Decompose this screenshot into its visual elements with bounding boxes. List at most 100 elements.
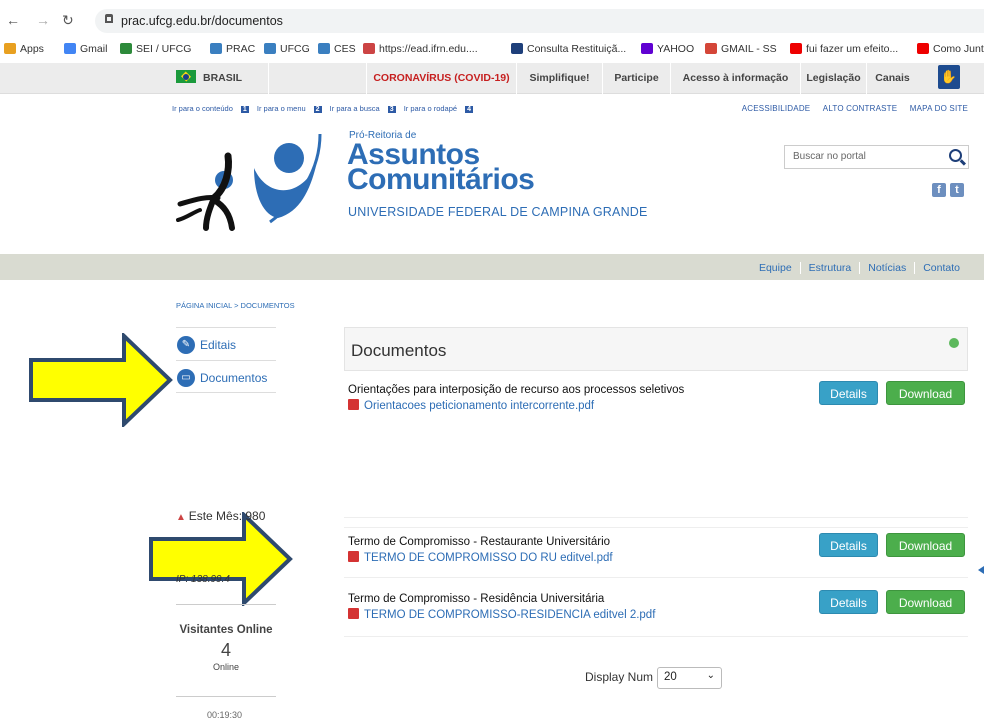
bookmark-prac[interactable]: PRAC: [210, 43, 255, 55]
ip-address: IP: 138.99.4: [176, 574, 230, 585]
gov-link-canais[interactable]: Canais: [866, 63, 918, 94]
document-row: Orientações para interposição de recurso…: [344, 376, 968, 518]
bookmark-consulta[interactable]: Consulta Restituiçã...: [511, 43, 626, 55]
search-input[interactable]: Buscar no portal: [784, 145, 969, 169]
prac-logo[interactable]: [170, 130, 338, 234]
folder-icon: ▭: [177, 369, 195, 387]
bookmark-sei[interactable]: SEI / UFCG: [120, 43, 191, 55]
status-icon: [949, 338, 959, 348]
clock-text: 00:19:30: [207, 710, 243, 720]
details-button[interactable]: Details: [819, 533, 878, 557]
bookmark-apps[interactable]: Apps: [4, 43, 44, 55]
tag-icon: ✎: [177, 336, 195, 354]
download-button[interactable]: Download: [886, 381, 965, 405]
document-row: Termo de Compromisso - Restaurante Unive…: [344, 527, 968, 578]
section-nav: Equipe Estrutura Notícias Contato: [0, 254, 984, 280]
nav-estrutura[interactable]: Estrutura: [799, 262, 860, 274]
nav-equipe[interactable]: Equipe: [751, 262, 800, 274]
visit-stats: ▲ Este Mês: 980 IP: 138.99.4: [176, 509, 276, 585]
gov-link-simplifique[interactable]: Simplifique!: [516, 63, 602, 94]
bookmark-youtube-2[interactable]: Como Junt: [917, 43, 984, 55]
gov-link-legislacao[interactable]: Legislação: [800, 63, 866, 94]
document-file-link[interactable]: TERMO DE COMPROMISSO DO RU editvel.pdf: [348, 551, 613, 564]
gmail-icon: [705, 43, 717, 54]
accessibility-icon[interactable]: ✋: [938, 65, 960, 89]
divider: [176, 604, 276, 605]
document-row: Termo de Compromisso - Residência Univer…: [344, 585, 968, 637]
chart-icon: ▲: [176, 512, 189, 523]
url-field[interactable]: prac.ufcg.edu.br/documentos: [95, 9, 984, 33]
page-title: Documentos: [351, 341, 447, 360]
youtube-icon: [790, 43, 802, 54]
lock-icon: [105, 14, 113, 23]
month-visits: ▲ Este Mês: 980: [176, 509, 266, 523]
brasil-link[interactable]: BRASIL: [168, 63, 268, 94]
youtube-icon: [917, 43, 929, 54]
accessibility-links: ACESSIBILIDADE ALTO CONTRASTE MAPA DO SI…: [732, 104, 968, 113]
sidebar: ✎ Editais ▭ Documentos: [176, 327, 276, 393]
brazil-flag-icon: [176, 70, 196, 83]
gov-link-covid[interactable]: CORONAVÍRUS (COVID-19): [366, 63, 516, 94]
highlight-arrow-documentos: [29, 333, 173, 427]
bookmark-youtube-1[interactable]: fui fazer um efeito...: [790, 43, 898, 55]
skip-links: Ir para o conteúdo 1 Ir para o menu 2 Ir p…: [172, 104, 479, 113]
bookmark-consulta-icon: [511, 43, 523, 54]
bookmark-ufcg-icon: [264, 43, 276, 54]
nav-noticias[interactable]: Notícias: [859, 262, 915, 274]
bookmark-yahoo[interactable]: YAHOO: [641, 43, 694, 55]
bookmark-gmail-ss[interactable]: GMAIL - SS: [705, 43, 777, 55]
forward-icon[interactable]: →: [36, 12, 50, 28]
gov-spacer: [268, 63, 366, 94]
browser-chrome: ← → ↻ prac.ufcg.edu.br/documentos Apps G…: [0, 0, 984, 62]
skip-link-footer[interactable]: Ir para o rodapé 4: [404, 104, 473, 113]
visitors-online-title: Visitantes Online: [179, 624, 273, 636]
chevron-down-icon: ⌄: [706, 670, 715, 681]
bookmark-gmail[interactable]: Gmail: [64, 43, 107, 55]
scroll-arrow-icon[interactable]: [978, 566, 984, 574]
document-file-link[interactable]: Orientacoes peticionamento intercorrente…: [348, 399, 594, 412]
nav-contato[interactable]: Contato: [914, 262, 968, 274]
site-title[interactable]: Assuntos Comunitários: [347, 140, 535, 195]
reload-icon[interactable]: ↻: [62, 12, 74, 29]
skip-link-menu[interactable]: Ir para o menu 2: [257, 104, 322, 113]
skip-link-content[interactable]: Ir para o conteúdo 1: [172, 104, 249, 113]
gov-bar: BRASIL CORONAVÍRUS (COVID-19) Simplifiqu…: [0, 63, 984, 94]
sidebar-item-documentos[interactable]: ▭ Documentos: [176, 360, 276, 393]
skip-link-search[interactable]: Ir para a busca 3: [330, 104, 396, 113]
twitter-icon[interactable]: t: [950, 183, 964, 197]
link-mapa-site[interactable]: MAPA DO SITE: [910, 104, 968, 113]
document-title: Orientações para interposição de recurso…: [348, 384, 685, 396]
bookmark-ces[interactable]: CES: [318, 43, 356, 55]
bookmark-ifrn-icon: [363, 43, 375, 54]
gov-link-participe[interactable]: Participe: [602, 63, 670, 94]
documents-header: Documentos: [344, 327, 968, 371]
details-button[interactable]: Details: [819, 590, 878, 614]
bookmark-ufcg[interactable]: UFCG: [264, 43, 310, 55]
link-alto-contraste[interactable]: ALTO CONTRASTE: [823, 104, 898, 113]
visitors-online-count: 4: [220, 640, 231, 660]
details-button[interactable]: Details: [819, 381, 878, 405]
bookmark-prac-icon: [210, 43, 222, 54]
bookmarks-bar: Apps Gmail SEI / UFCG PRAC UFCG CES http…: [0, 40, 984, 60]
visitors-online-label: Online: [212, 662, 239, 672]
download-button[interactable]: Download: [886, 590, 965, 614]
facebook-icon[interactable]: f: [932, 183, 946, 197]
breadcrumb[interactable]: PÁGINA INICIAL > DOCUMENTOS: [176, 301, 295, 310]
download-button[interactable]: Download: [886, 533, 965, 557]
apps-icon: [4, 43, 16, 54]
document-title: Termo de Compromisso - Restaurante Unive…: [348, 536, 611, 548]
sei-icon: [120, 43, 132, 54]
sidebar-item-editais[interactable]: ✎ Editais: [176, 327, 276, 360]
document-file-link[interactable]: TERMO DE COMPROMISSO-RESIDENCIA editvel …: [348, 608, 655, 621]
search-icon[interactable]: [949, 149, 962, 162]
link-acessibilidade[interactable]: ACESSIBILIDADE: [742, 104, 811, 113]
pdf-icon: [348, 551, 359, 562]
display-num-label: Display Num: [585, 670, 654, 684]
bookmark-ifrn[interactable]: https://ead.ifrn.edu....: [363, 43, 478, 55]
pdf-icon: [348, 608, 359, 619]
back-icon[interactable]: ←: [6, 12, 20, 28]
google-icon: [64, 43, 76, 54]
gov-link-acesso[interactable]: Acesso à informação: [670, 63, 800, 94]
display-num-select[interactable]: 20 ⌄: [657, 667, 722, 689]
url-text: prac.ufcg.edu.br/documentos: [121, 14, 283, 28]
